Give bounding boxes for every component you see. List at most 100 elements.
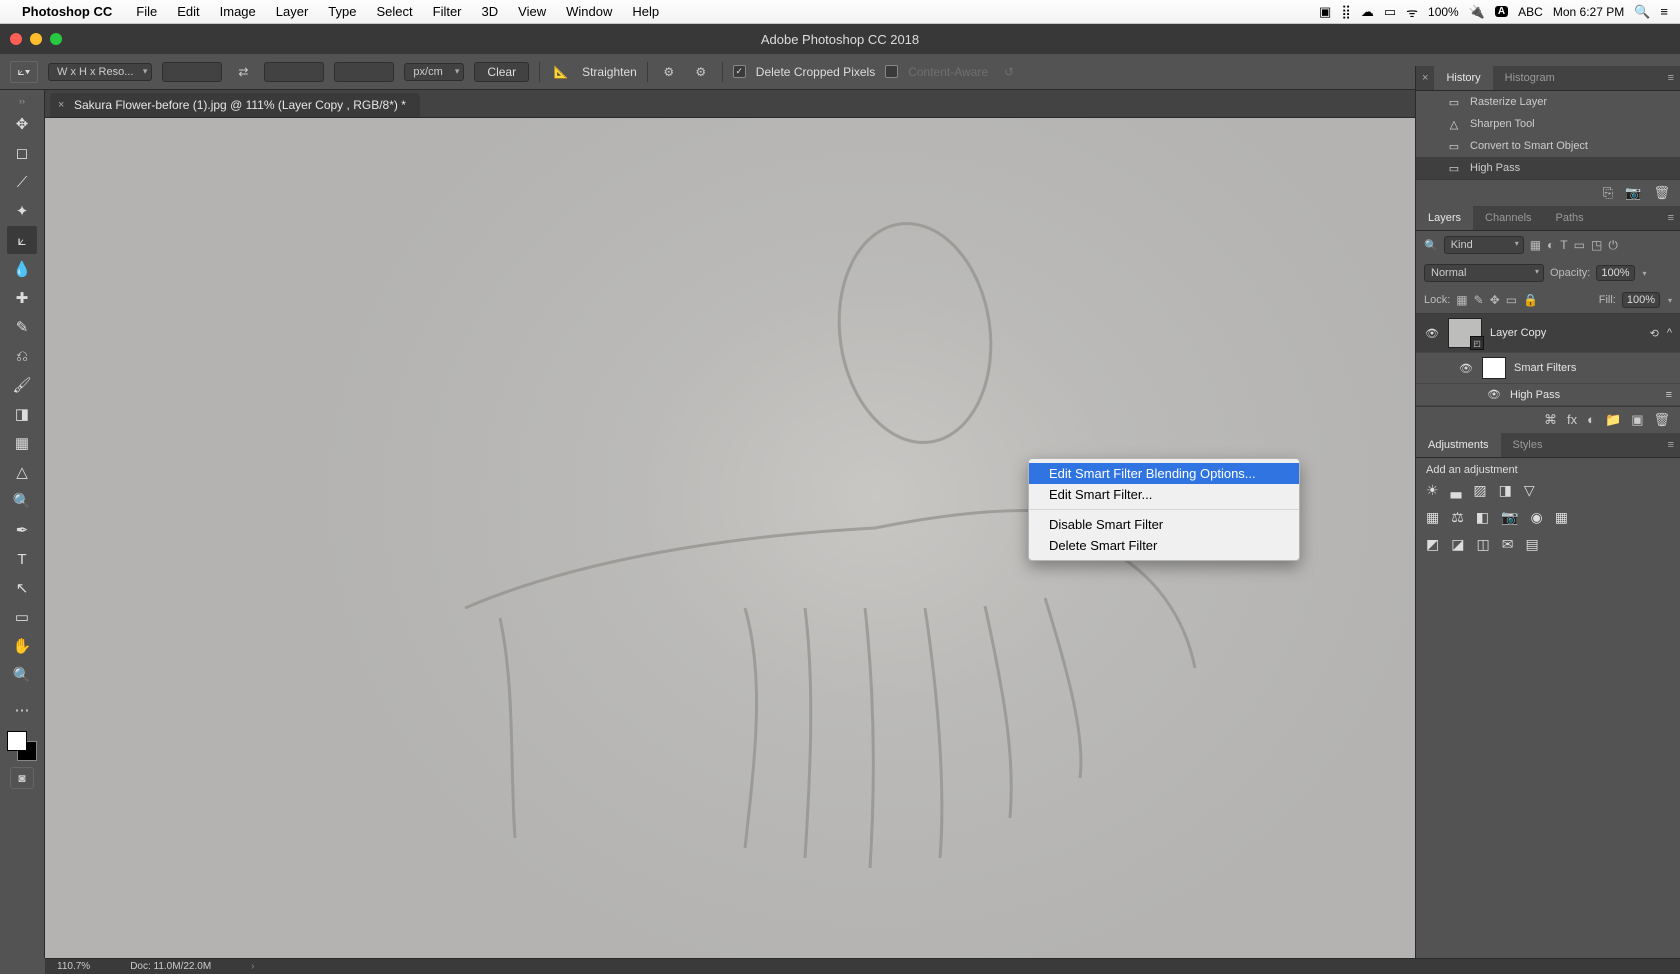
mask-icon[interactable]: ◐ [1587, 412, 1595, 428]
new-group-icon[interactable]: 📁 [1605, 412, 1621, 428]
filter-type-icon[interactable]: T [1560, 238, 1567, 252]
ctx-edit-blending[interactable]: Edit Smart Filter Blending Options... [1029, 463, 1299, 484]
crop-clear-button[interactable]: Clear [474, 62, 529, 82]
tab-channels[interactable]: Channels [1473, 206, 1543, 230]
menu-file[interactable]: File [126, 4, 167, 19]
clock[interactable]: Mon 6:27 PM [1553, 5, 1624, 19]
crop-units-dropdown[interactable]: px/cm [404, 63, 464, 81]
posterize-icon[interactable]: ◪ [1451, 536, 1464, 553]
filter-settings-icon[interactable]: ≡ [1666, 389, 1672, 401]
color-balance-icon[interactable]: ⚖ [1451, 509, 1464, 526]
link-icon[interactable]: ⟲ [1650, 327, 1659, 340]
swap-dims-icon[interactable]: ⇄ [232, 61, 254, 83]
app-name[interactable]: Photoshop CC [22, 4, 126, 19]
edit-toolbar-icon[interactable]: ⋯ [7, 696, 37, 724]
fx-icon[interactable]: fx [1567, 412, 1577, 428]
lasso-tool[interactable]: ⟋ [7, 168, 37, 196]
crop-preset-dropdown[interactable]: W x H x Reso... [48, 63, 152, 81]
ime-label[interactable]: ABC [1518, 5, 1543, 19]
eraser-tool[interactable]: ◨ [7, 400, 37, 428]
path-select-tool[interactable]: ↖ [7, 574, 37, 602]
wifi-icon[interactable]: ᯤ [1406, 3, 1418, 21]
reset-crop-icon[interactable]: ↺ [998, 61, 1020, 83]
status-zoom[interactable]: 110.7% [57, 961, 90, 972]
opacity-stepper-icon[interactable]: ▾ [1641, 269, 1647, 278]
status-flyout-icon[interactable]: › [251, 961, 254, 972]
tab-layers[interactable]: Layers [1416, 206, 1473, 230]
zoom-tool[interactable]: 🔍 [7, 661, 37, 689]
layer-visibility-icon[interactable]: 👁 [1424, 327, 1440, 340]
crop-height-field[interactable] [264, 62, 324, 82]
delete-layer-icon[interactable]: 🗑 [1653, 412, 1670, 428]
filter-item-name[interactable]: High Pass [1510, 389, 1658, 401]
exposure-icon[interactable]: ◨ [1499, 482, 1512, 499]
menu-filter[interactable]: Filter [423, 4, 472, 19]
ctx-delete-filter[interactable]: Delete Smart Filter [1029, 535, 1299, 556]
crop-tool-icon[interactable]: ⟀▾ [10, 61, 38, 83]
smart-filter-item[interactable]: 👁 High Pass ≡ [1416, 384, 1680, 406]
filter-shape-icon[interactable]: ▭ [1574, 238, 1585, 252]
curves-icon[interactable]: ▨ [1473, 482, 1486, 499]
crop-options-icon[interactable]: ⚙ [690, 61, 712, 83]
move-tool[interactable]: ✥ [7, 110, 37, 138]
delete-cropped-checkbox[interactable]: ✓ [733, 65, 746, 78]
channel-mixer-icon[interactable]: ◉ [1530, 509, 1542, 526]
crop-tool[interactable]: ⟀ [7, 226, 37, 254]
tab-adjustments[interactable]: Adjustments [1416, 433, 1501, 457]
airplay-icon[interactable]: ▭ [1384, 4, 1396, 20]
menu-extras-icon[interactable]: ≡ [1660, 4, 1668, 19]
shape-tool[interactable]: ▭ [7, 603, 37, 631]
opacity-value[interactable]: 100% [1596, 265, 1634, 281]
brightness-icon[interactable]: ☀ [1426, 482, 1439, 499]
photo-filter-icon[interactable]: 📷 [1501, 509, 1518, 526]
ime-icon[interactable]: A [1495, 6, 1508, 17]
lock-pos-icon[interactable]: ✥ [1490, 293, 1500, 307]
blend-mode-dropdown[interactable]: Normal [1424, 264, 1544, 282]
filter-smart-icon[interactable]: ◳ [1591, 238, 1602, 252]
straighten-label[interactable]: Straighten [582, 65, 637, 79]
filter-pixel-icon[interactable]: ▦ [1530, 238, 1541, 252]
trash-icon[interactable]: 🗑 [1653, 185, 1670, 201]
lock-trans-icon[interactable]: ▦ [1456, 293, 1467, 307]
close-panel-icon[interactable]: × [1416, 68, 1434, 88]
expand-toolbar-icon[interactable]: ›› [19, 94, 25, 110]
threshold-icon[interactable]: ◫ [1476, 536, 1489, 553]
smart-filters-row[interactable]: 👁 Smart Filters [1416, 353, 1680, 384]
crop-width-field[interactable] [162, 62, 222, 82]
menu-layer[interactable]: Layer [266, 4, 319, 19]
tab-histogram[interactable]: Histogram [1493, 66, 1567, 90]
history-item[interactable]: ▭Rasterize Layer [1416, 91, 1680, 113]
lock-all-icon[interactable]: 🔒 [1523, 293, 1538, 307]
menu-image[interactable]: Image [210, 4, 266, 19]
straighten-icon[interactable]: 📐 [550, 61, 572, 83]
invert-icon[interactable]: ◩ [1426, 536, 1439, 553]
status-doc[interactable]: Doc: 11.0M/22.0M [130, 961, 211, 972]
healing-tool[interactable]: ✚ [7, 284, 37, 312]
lut-icon[interactable]: ▦ [1555, 509, 1568, 526]
dodge-tool[interactable]: 🔍 [7, 487, 37, 515]
link-layers-icon[interactable]: ⌘ [1544, 412, 1557, 428]
vibrance-icon[interactable]: ▽ [1524, 482, 1535, 499]
dropbox-icon[interactable]: ⣿ [1341, 4, 1351, 20]
ctx-disable-filter[interactable]: Disable Smart Filter [1029, 514, 1299, 535]
menu-window[interactable]: Window [556, 4, 622, 19]
lock-artboard-icon[interactable]: ▭ [1506, 293, 1517, 307]
screenrec-icon[interactable]: ▣ [1319, 4, 1331, 20]
history-item[interactable]: ▭Convert to Smart Object [1416, 135, 1680, 157]
close-tab-icon[interactable]: × [58, 99, 64, 111]
layer-thumbnail[interactable]: ◰ [1448, 318, 1482, 348]
tab-paths[interactable]: Paths [1544, 206, 1596, 230]
lock-paint-icon[interactable]: ✎ [1474, 293, 1484, 307]
new-doc-from-state-icon[interactable]: ⎘ [1603, 185, 1613, 201]
filter-adjust-icon[interactable]: ◐ [1547, 238, 1554, 252]
color-swatches[interactable] [7, 731, 37, 761]
filter-item-visibility-icon[interactable]: 👁 [1486, 388, 1502, 401]
history-item[interactable]: △Sharpen Tool [1416, 113, 1680, 135]
history-brush-tool[interactable]: 🖌 [7, 371, 37, 399]
fill-value[interactable]: 100% [1622, 292, 1660, 308]
marquee-tool[interactable]: ◻ [7, 139, 37, 167]
filter-toggle-icon[interactable]: ⏻ [1608, 238, 1618, 253]
new-layer-icon[interactable]: ▣ [1631, 412, 1643, 428]
menu-3d[interactable]: 3D [472, 4, 509, 19]
crop-overlay-options-icon[interactable]: ⚙ [658, 61, 680, 83]
